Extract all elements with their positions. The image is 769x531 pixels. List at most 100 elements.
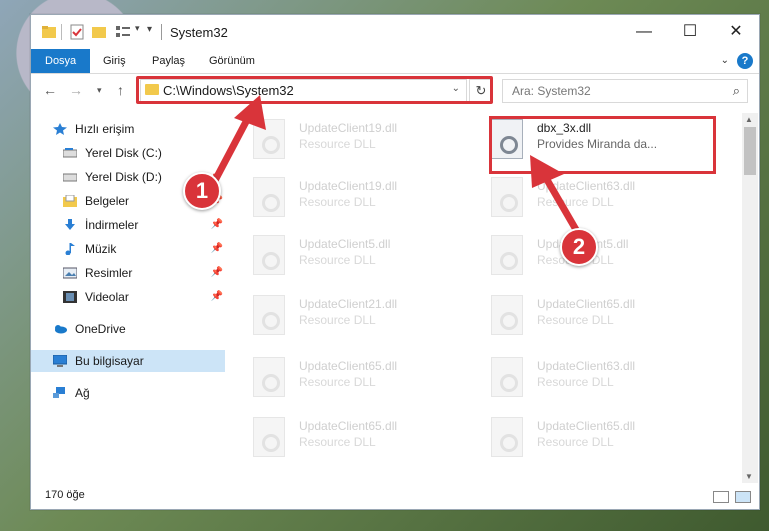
file-explorer-window: ▾ ▾ System32 — ☐ ✕ Dosya Giriş Paylaş Gö… (30, 14, 760, 510)
dll-file-icon (253, 295, 285, 335)
navigation-bar: ← → ▾ ↑ C:\Windows\System32 ⌄ ↻ Ara: Sys… (31, 74, 759, 108)
details-view-icon[interactable] (713, 491, 729, 503)
dll-file-icon (253, 357, 285, 397)
sidebar-item-videos[interactable]: Videolar 📌 (31, 286, 225, 308)
forward-arrow-icon[interactable]: → (69, 82, 83, 98)
step-badge-2: 2 (560, 228, 598, 266)
dll-file-icon (253, 417, 285, 457)
file-item[interactable]: UpdateClient63.dll Resource DLL (467, 355, 687, 405)
file-name: UpdateClient65.dll (537, 419, 636, 433)
documents-icon (63, 195, 77, 207)
status-bar: 170 öğe (31, 485, 759, 509)
dll-file-icon (253, 235, 285, 275)
search-input[interactable]: Ara: System32 ⌕ (502, 79, 748, 103)
help-button[interactable]: ? (737, 53, 753, 69)
title-bar: ▾ ▾ System32 — ☐ ✕ (31, 15, 759, 49)
customize-toolbar-icon[interactable]: ▾ (147, 24, 152, 35)
sidebar-item-label: Müzik (85, 242, 117, 256)
tab-share[interactable]: Paylaş (142, 49, 195, 73)
star-icon (53, 123, 67, 135)
dll-file-icon (491, 295, 523, 335)
file-item[interactable]: UpdateClient5.dll Resource DLL (229, 233, 449, 283)
dll-file-icon (491, 357, 523, 397)
chevron-down-icon[interactable]: ▾ (135, 23, 140, 34)
file-description: Resource DLL (299, 313, 376, 327)
up-arrow-icon[interactable]: ↑ (117, 82, 124, 98)
sidebar-item-label: Yerel Disk (D:) (85, 170, 162, 184)
sidebar-item-this-pc[interactable]: Bu bilgisayar (31, 350, 225, 372)
search-icon: ⌕ (732, 83, 740, 98)
file-name: UpdateClient65.dll (299, 359, 398, 373)
file-item[interactable]: UpdateClient65.dll Resource DLL (467, 415, 687, 465)
video-icon (63, 291, 77, 303)
file-description: Resource DLL (299, 137, 376, 151)
file-name: UpdateClient5.dll (299, 237, 391, 251)
item-count: 170 öğe (45, 489, 85, 501)
file-item[interactable]: UpdateClient65.dll Resource DLL (467, 293, 687, 343)
view-options-icon[interactable] (115, 24, 133, 40)
file-description: Resource DLL (299, 195, 376, 209)
vertical-scrollbar[interactable]: ▲ ▼ (742, 113, 758, 483)
tab-home[interactable]: Giriş (93, 49, 136, 73)
search-placeholder: Ara: System32 (512, 84, 591, 98)
sidebar-item-label: Resimler (85, 266, 133, 280)
network-icon (53, 387, 65, 398)
file-description: Resource DLL (299, 375, 376, 389)
pin-icon[interactable]: 📌 (211, 214, 223, 236)
tab-file[interactable]: Dosya (31, 49, 91, 73)
drive-icon (63, 148, 77, 158)
file-name: UpdateClient63.dll (537, 359, 636, 373)
file-name: UpdateClient19.dll (299, 179, 398, 193)
recent-locations-icon[interactable]: ▾ (97, 85, 102, 96)
file-item[interactable]: UpdateClient21.dll Resource DLL (229, 293, 449, 343)
back-arrow-icon[interactable]: ← (43, 82, 57, 98)
minimize-button[interactable]: — (621, 15, 667, 49)
drive-icon (63, 173, 77, 182)
expand-ribbon-icon[interactable]: ⌄ (721, 55, 729, 66)
sidebar-item-network[interactable]: Ağ (31, 382, 225, 404)
sidebar-item-label: Yerel Disk (C:) (85, 146, 162, 160)
sidebar-item-music[interactable]: Müzik 📌 (31, 238, 225, 260)
folder-icon (42, 26, 56, 38)
file-description: Resource DLL (299, 253, 376, 267)
pin-icon[interactable]: 📌 (211, 286, 223, 308)
sidebar-item-label: Hızlı erişim (75, 122, 135, 136)
file-description: Resource DLL (299, 435, 376, 449)
new-folder-icon[interactable] (91, 24, 107, 40)
cloud-icon (55, 325, 67, 334)
file-name: UpdateClient19.dll (299, 121, 398, 135)
sidebar-item-label: Videolar (85, 290, 129, 304)
tiles-view-icon[interactable] (735, 491, 751, 503)
file-description: Resource DLL (537, 313, 614, 327)
computer-icon (53, 355, 67, 367)
maximize-button[interactable]: ☐ (667, 15, 713, 49)
sidebar-item-label: OneDrive (75, 322, 126, 336)
file-name: UpdateClient65.dll (537, 297, 636, 311)
sidebar-item-onedrive[interactable]: OneDrive (31, 318, 225, 340)
sidebar-item-downloads[interactable]: İndirmeler 📌 (31, 214, 225, 236)
properties-icon[interactable] (69, 24, 85, 40)
pin-icon[interactable]: 📌 (211, 262, 223, 284)
file-item[interactable]: UpdateClient65.dll Resource DLL (229, 355, 449, 405)
close-button[interactable]: ✕ (713, 15, 759, 49)
file-name: UpdateClient65.dll (299, 419, 398, 433)
file-name: UpdateClient21.dll (299, 297, 398, 311)
sidebar-item-label: İndirmeler (85, 218, 139, 232)
sidebar-item-pictures[interactable]: Resimler 📌 (31, 262, 225, 284)
sidebar-item-label: Belgeler (85, 194, 130, 208)
scroll-up-icon[interactable]: ▲ (745, 115, 753, 124)
file-description: Resource DLL (537, 435, 614, 449)
scrollbar-thumb[interactable] (744, 127, 756, 175)
sidebar-item-label: Bu bilgisayar (75, 354, 144, 368)
dll-file-icon (491, 177, 523, 217)
scroll-down-icon[interactable]: ▼ (745, 472, 753, 481)
file-item[interactable]: UpdateClient65.dll Resource DLL (229, 415, 449, 465)
step-badge-1: 1 (183, 172, 221, 210)
dll-file-icon (491, 417, 523, 457)
tab-view[interactable]: Görünüm (199, 49, 265, 73)
download-icon (65, 219, 75, 230)
file-description: Resource DLL (537, 375, 614, 389)
window-title: System32 (170, 25, 228, 40)
ribbon-tabs: Dosya Giriş Paylaş Görünüm ⌄ ? (31, 49, 759, 74)
pin-icon[interactable]: 📌 (211, 238, 223, 260)
